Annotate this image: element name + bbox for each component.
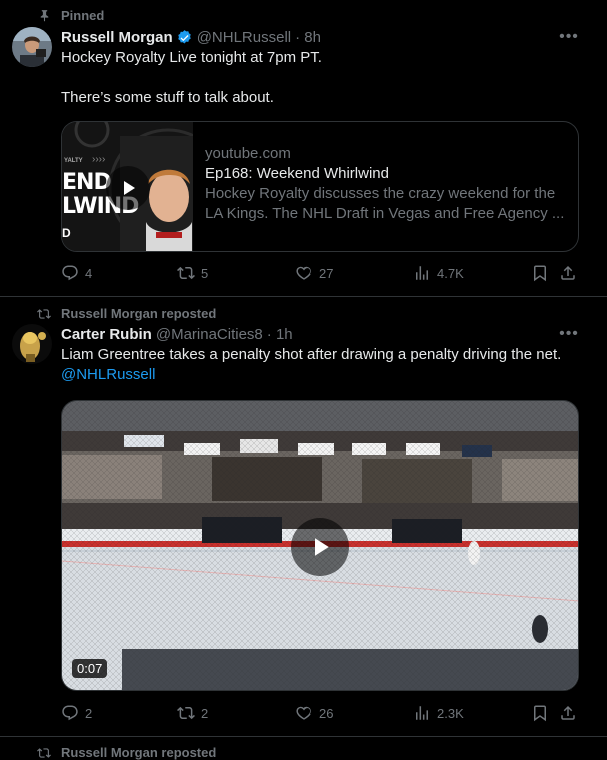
- author-handle[interactable]: @NHLRussell: [197, 29, 291, 46]
- bookmark-icon: [534, 265, 546, 282]
- repost-button[interactable]: 2: [177, 704, 208, 722]
- tweet-repost-carter-rubin[interactable]: Russell Morgan reposted Carter Rubin @Ma…: [0, 297, 607, 737]
- video-thumbnail: YALTY ›››› END LWIND D: [62, 122, 193, 251]
- repost-context-icon: [37, 746, 51, 760]
- views-icon: [416, 706, 428, 720]
- card-body: youtube.com Ep168: Weekend Whirlwind Hoc…: [193, 122, 578, 251]
- thumb-small-text: YALTY: [64, 158, 83, 164]
- bookmark-button[interactable]: [531, 264, 549, 282]
- mention-link[interactable]: @NHLRussell: [61, 366, 155, 383]
- tweet-repost-partial[interactable]: Russell Morgan reposted: [0, 737, 607, 760]
- repost-context-label[interactable]: Russell Morgan reposted: [61, 306, 216, 321]
- tweet-timestamp[interactable]: · 8h: [295, 29, 321, 46]
- pinned-label: Pinned: [61, 8, 105, 23]
- reply-icon: [62, 265, 78, 281]
- tweet-header: Carter Rubin @MarinaCities8 · 1h: [61, 324, 579, 344]
- verified-badge-icon[interactable]: [176, 29, 193, 46]
- tweet-timestamp[interactable]: · 1h: [267, 326, 293, 343]
- bookmark-button[interactable]: [531, 704, 549, 722]
- tweet-text-body: Liam Greentree takes a penalty shot afte…: [61, 346, 562, 363]
- bookmark-icon: [534, 705, 546, 722]
- thumb-chevrons: ››››: [92, 154, 106, 165]
- tweet-text-line1: Hockey Royalty Live tonight at 7pm PT.: [61, 49, 322, 66]
- video-duration: 0:07: [72, 659, 108, 678]
- views-count: 4.7K: [437, 265, 464, 281]
- play-icon[interactable]: [106, 166, 150, 210]
- like-button[interactable]: 26: [295, 704, 333, 722]
- share-button[interactable]: [559, 264, 577, 282]
- more-options-icon[interactable]: •••: [559, 27, 579, 47]
- like-count: 27: [319, 265, 334, 281]
- card-title: Ep168: Weekend Whirlwind: [205, 165, 389, 182]
- repost-button[interactable]: 5: [177, 264, 208, 282]
- thumb-dot: D: [62, 226, 71, 240]
- tweet-actions: 4 5 27 4.7K: [61, 264, 577, 284]
- share-button[interactable]: [559, 704, 577, 722]
- pin-icon: [37, 9, 51, 23]
- author-handle[interactable]: @MarinaCities8: [156, 326, 263, 343]
- views-button[interactable]: 4.7K: [413, 264, 464, 282]
- share-icon: [561, 705, 575, 720]
- views-count: 2.3K: [437, 705, 464, 721]
- tweet-text-line2: There’s some stuff to talk about.: [61, 89, 274, 106]
- play-icon[interactable]: [291, 518, 349, 576]
- repost-icon: [177, 706, 195, 720]
- more-options-icon[interactable]: •••: [559, 324, 579, 344]
- heart-icon: [296, 706, 311, 720]
- like-count: 26: [319, 705, 334, 721]
- author-name[interactable]: Carter Rubin: [61, 326, 152, 343]
- like-button[interactable]: 27: [295, 264, 333, 282]
- avatar-carter-rubin[interactable]: [12, 324, 52, 364]
- repost-context: Russell Morgan reposted: [37, 745, 216, 760]
- heart-icon: [296, 266, 311, 280]
- link-card-youtube[interactable]: YALTY ›››› END LWIND D youtube.com Ep168…: [61, 121, 579, 252]
- repost-context: Russell Morgan reposted: [37, 306, 216, 321]
- avatar-russell-morgan[interactable]: [12, 27, 52, 67]
- tweet-text: Hockey Royalty Live tonight at 7pm PT. T…: [61, 48, 591, 108]
- views-button[interactable]: 2.3K: [413, 704, 464, 722]
- repost-context-icon: [37, 307, 51, 321]
- repost-count: 2: [201, 705, 209, 721]
- card-description: Hockey Royalty discusses the crazy weeke…: [205, 185, 565, 222]
- author-name[interactable]: Russell Morgan: [61, 29, 173, 46]
- tweet-text: Liam Greentree takes a penalty shot afte…: [61, 345, 591, 385]
- reply-count: 4: [85, 265, 93, 281]
- tweet-pinned[interactable]: Pinned Russell Morgan @NHLRussell · 8h •…: [0, 0, 607, 296]
- tweet-actions: 2 2 26 2.3K: [61, 704, 577, 724]
- pinned-context: Pinned: [37, 8, 104, 23]
- reply-icon: [62, 705, 78, 721]
- repost-count: 5: [201, 265, 209, 281]
- card-domain: youtube.com: [205, 145, 291, 162]
- share-icon: [561, 265, 575, 280]
- reply-count: 2: [85, 705, 93, 721]
- repost-icon: [177, 266, 195, 280]
- reply-button[interactable]: 4: [61, 264, 92, 282]
- views-icon: [416, 266, 428, 280]
- video-player[interactable]: 0:07: [61, 400, 579, 691]
- reply-button[interactable]: 2: [61, 704, 92, 722]
- repost-context-label[interactable]: Russell Morgan reposted: [61, 745, 216, 760]
- tweet-header: Russell Morgan @NHLRussell · 8h: [61, 27, 579, 47]
- thumb-title-a: END: [62, 170, 112, 195]
